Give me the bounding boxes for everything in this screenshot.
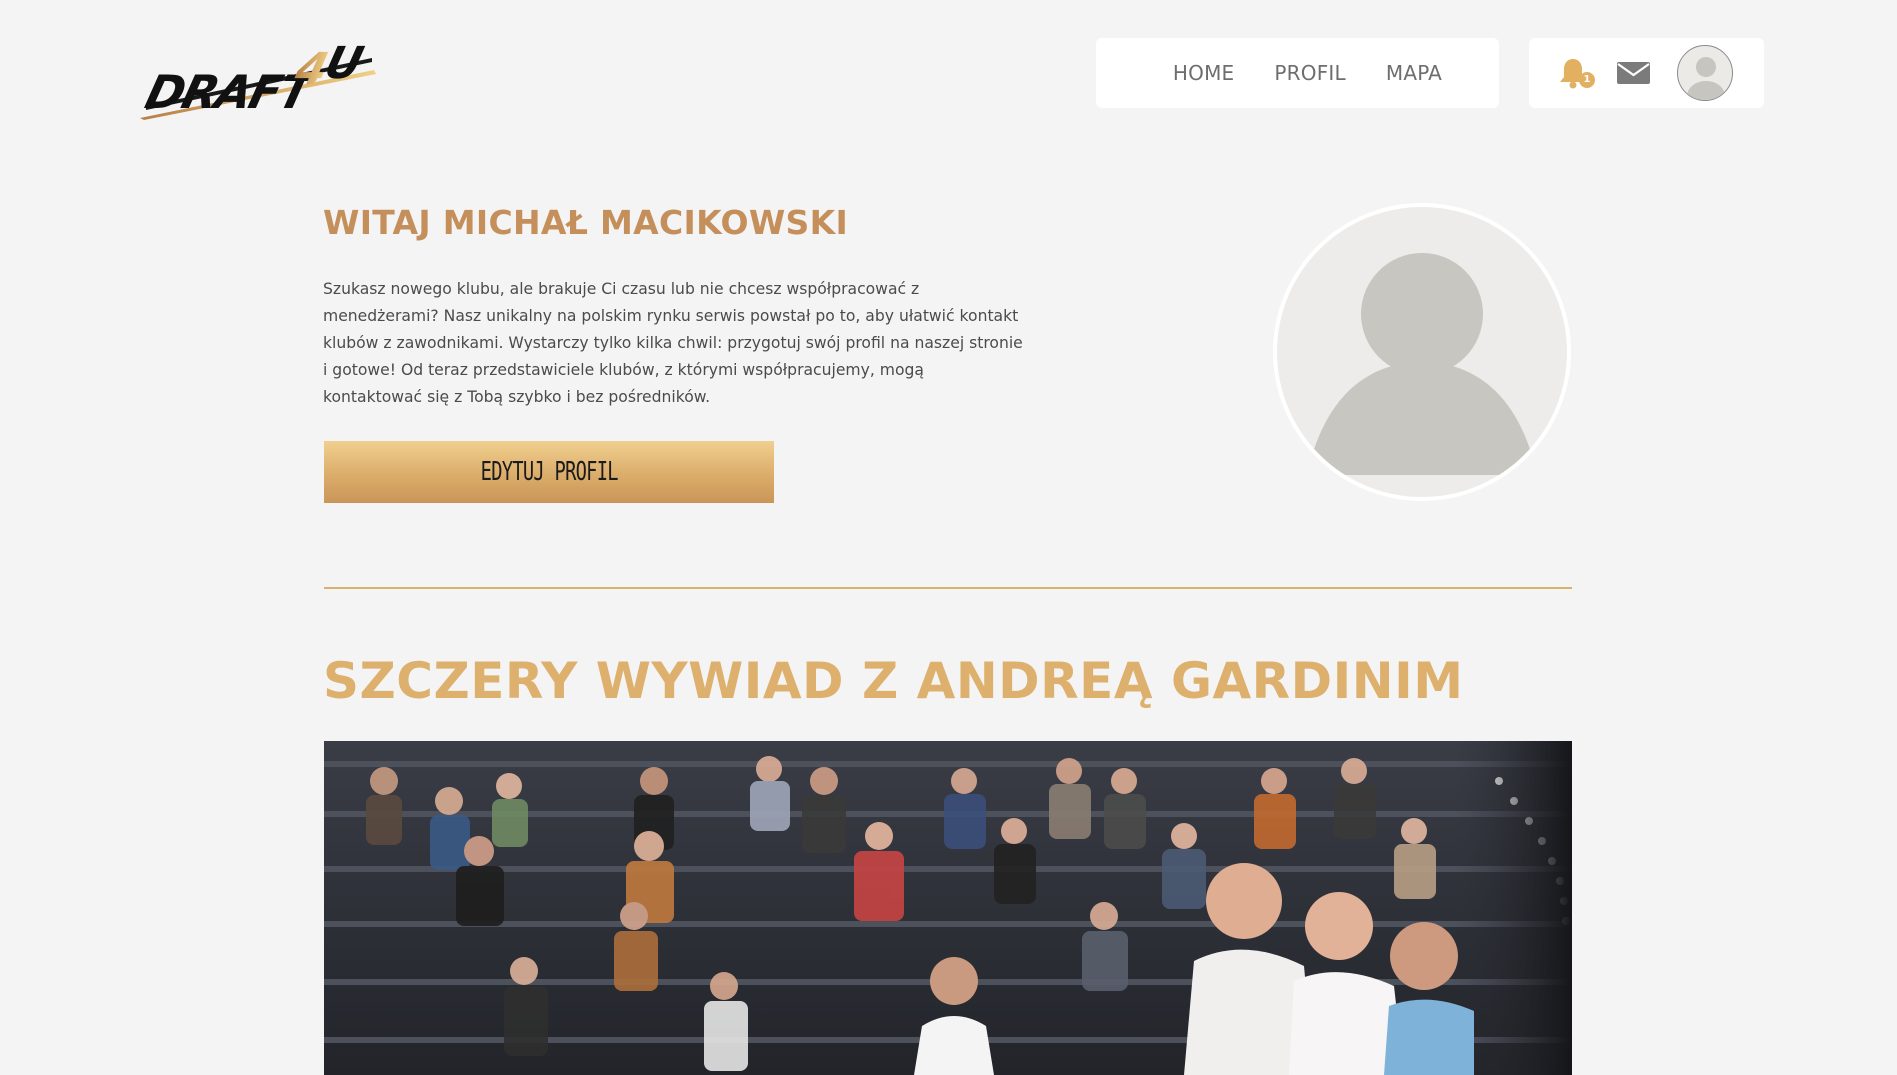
article-title[interactable]: SZCZERY WYWIAD Z ANDREĄ GARDINIM bbox=[323, 652, 1464, 710]
profile-photo[interactable] bbox=[1273, 203, 1571, 501]
draft4u-logo[interactable]: DRAFT 4 U bbox=[138, 24, 376, 120]
mail-icon[interactable] bbox=[1617, 60, 1650, 86]
user-toolbar: 1 bbox=[1529, 38, 1764, 108]
article-cover-image[interactable] bbox=[324, 741, 1572, 1075]
user-avatar-button[interactable] bbox=[1677, 45, 1733, 101]
arena-photo bbox=[324, 741, 1572, 1075]
nav-mapa[interactable]: MAPA bbox=[1386, 61, 1442, 85]
notification-count-badge: 1 bbox=[1579, 72, 1595, 88]
edit-profile-button[interactable]: EDYTUJ PROFIL bbox=[324, 441, 774, 503]
logo-graphic: DRAFT 4 U bbox=[140, 38, 376, 120]
section-divider bbox=[324, 587, 1572, 589]
main-nav: HOME PROFIL MAPA bbox=[1096, 38, 1499, 108]
nav-profil[interactable]: PROFIL bbox=[1274, 61, 1345, 85]
edit-profile-button-label: EDYTUJ PROFIL bbox=[480, 457, 618, 487]
profile-placeholder-icon bbox=[1307, 253, 1537, 475]
welcome-description: Szukasz nowego klubu, ale brakuje Ci cza… bbox=[323, 280, 1023, 406]
welcome-title: WITAJ MICHAŁ MACIKOWSKI bbox=[323, 203, 849, 242]
nav-home[interactable]: HOME bbox=[1173, 61, 1234, 85]
user-avatar-icon bbox=[1687, 57, 1725, 100]
